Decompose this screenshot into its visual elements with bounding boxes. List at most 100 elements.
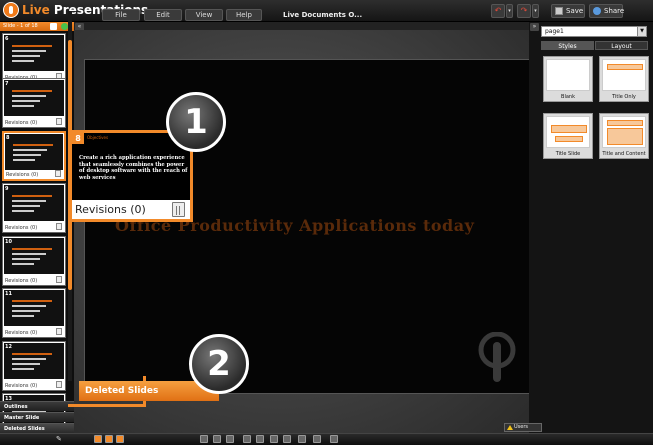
thumbnail-revisions: Revisions (0) [5,330,38,336]
thumbnail-text-line [12,263,34,265]
insert-shape-icon[interactable] [243,435,251,443]
thumbnail-preview: 7 [4,80,64,116]
slide-canvas[interactable]: Office Productivity Applications today [84,59,530,394]
layout-label: Title Slide [555,151,581,157]
thumbnail-preview: 9 [4,185,64,221]
thumbnail-preview: 11 [4,290,64,326]
view-sorter-icon[interactable] [105,435,113,443]
users-button[interactable]: Users [504,423,542,432]
layout-label: Title Only [612,94,636,100]
chevron-down-icon[interactable]: ▼ [637,27,646,36]
menu-file[interactable]: File [102,9,140,21]
users-label: Users [514,424,529,430]
slide-thumbnail[interactable]: 8 Revisions (0) [2,131,66,181]
slide-view-icon[interactable] [50,23,57,30]
menu-edit[interactable]: Edit [144,9,182,21]
thumbnail-text-line [12,100,40,102]
thumbnail-revisions: Revisions (0) [5,225,38,231]
view-normal-icon[interactable] [94,435,102,443]
insert-text-icon[interactable] [213,435,221,443]
thumbnail-text-line [12,310,40,312]
menu-view[interactable]: View [185,9,223,21]
trash-icon[interactable] [56,381,62,388]
trash-icon[interactable] [55,170,61,177]
thumbnail-number: 9 [5,186,9,192]
add-slide-icon[interactable] [61,23,68,30]
tab-styles[interactable]: Styles [541,41,594,50]
thumbnail-number: 6 [5,36,9,42]
callout-slide-number: 8 [72,133,84,144]
share-button[interactable]: Share [589,4,624,18]
thumbnail-preview: 12 [4,343,64,379]
page-select[interactable]: page1 ▼ [541,26,647,37]
tab-master-slide[interactable]: Master Slide [0,412,74,422]
save-icon [555,7,563,15]
menu-help[interactable]: Help [226,9,262,21]
redo-dropdown-icon[interactable]: ▾ [532,4,539,18]
thumbnail-text-line [12,95,46,97]
trash-icon[interactable] [56,118,62,125]
insert-table-icon[interactable] [226,435,234,443]
layout-title-slide[interactable]: Title Slide [543,113,593,159]
layout-title-only[interactable]: Title Only [599,56,649,102]
callout-subtitle: Objectives [87,135,109,140]
page-select-value: page1 [545,28,564,35]
slide-thumbnail[interactable]: 7 Revisions (0) [2,78,66,128]
layout-title-placeholder [551,125,587,133]
insert-image-icon[interactable] [200,435,208,443]
thumbnail-text-line [12,200,46,202]
trash-icon[interactable] [172,202,185,217]
layout-title-placeholder [607,120,643,126]
save-button[interactable]: Save [551,4,585,18]
thumbnail-revisions: Revisions (0) [5,120,38,126]
tab-layout[interactable]: Layout [595,41,648,50]
slide-count: Slide - 1 of 18 [3,23,38,29]
collapse-right-icon[interactable]: » [530,23,539,31]
thumbnail-text-line [12,305,46,307]
top-bar: Live Presentations File Edit View Help L… [0,0,653,22]
thumbnail-text-line [12,45,52,47]
rotate-icon[interactable] [313,435,321,443]
view-slideshow-icon[interactable] [116,435,124,443]
layout-label: Title and Content [602,151,646,157]
layout-title-placeholder [607,64,643,70]
tab-deleted-slides[interactable]: Deleted Slides [0,423,74,433]
thumbnail-preview: 8 [5,134,63,170]
thumbnail-revisions: Revisions (0) [6,172,39,178]
slide-thumbnail[interactable]: 10 Revisions (0) [2,236,66,286]
thumbnail-text-line [12,253,46,255]
layout-title-and-content[interactable]: Title and Content [599,113,649,159]
trash-icon[interactable] [56,328,62,335]
arrange-icon[interactable] [283,435,291,443]
group-icon[interactable] [298,435,306,443]
brand-live: Live [22,3,50,17]
callout-revisions-label: Revisions (0) [75,203,146,216]
thumbnail-text-line [12,363,40,365]
trash-icon[interactable] [56,223,62,230]
align-icon[interactable] [270,435,278,443]
more-tools-icon[interactable] [330,435,338,443]
insert-line-icon[interactable] [256,435,264,443]
undo-dropdown-icon[interactable]: ▾ [506,4,513,18]
layout-preview [602,116,646,148]
callout-connector-horizontal [68,404,146,407]
tab-outlines[interactable]: Outlines [0,401,74,411]
thumbnail-text-line [13,154,41,156]
callout-slide-text: Create a rich application experience tha… [79,155,188,181]
app-window: Live Presentations File Edit View Help L… [0,0,653,445]
tools-icon[interactable]: ✎ [56,435,64,443]
layout-blank[interactable]: Blank [543,56,593,102]
layout-label: Blank [561,94,575,100]
slide-thumbnail[interactable]: 12 Revisions (0) [2,341,66,391]
step-1-badge: 1 [166,92,226,152]
trash-icon[interactable] [56,276,62,283]
thumbnail-text-line [12,90,52,92]
slide-thumbnail[interactable]: 9 Revisions (0) [2,183,66,233]
slide-thumbnail[interactable]: 6Revisions (0) [2,33,66,83]
slide-thumbnail[interactable]: 11 Revisions (0) [2,288,66,338]
callout-revisions: Revisions (0) [72,200,190,219]
thumbnail-text-line [12,248,52,250]
undo-icon[interactable]: ↶ [491,4,505,18]
layout-subtitle-placeholder [555,136,583,142]
redo-icon[interactable]: ↷ [517,4,531,18]
